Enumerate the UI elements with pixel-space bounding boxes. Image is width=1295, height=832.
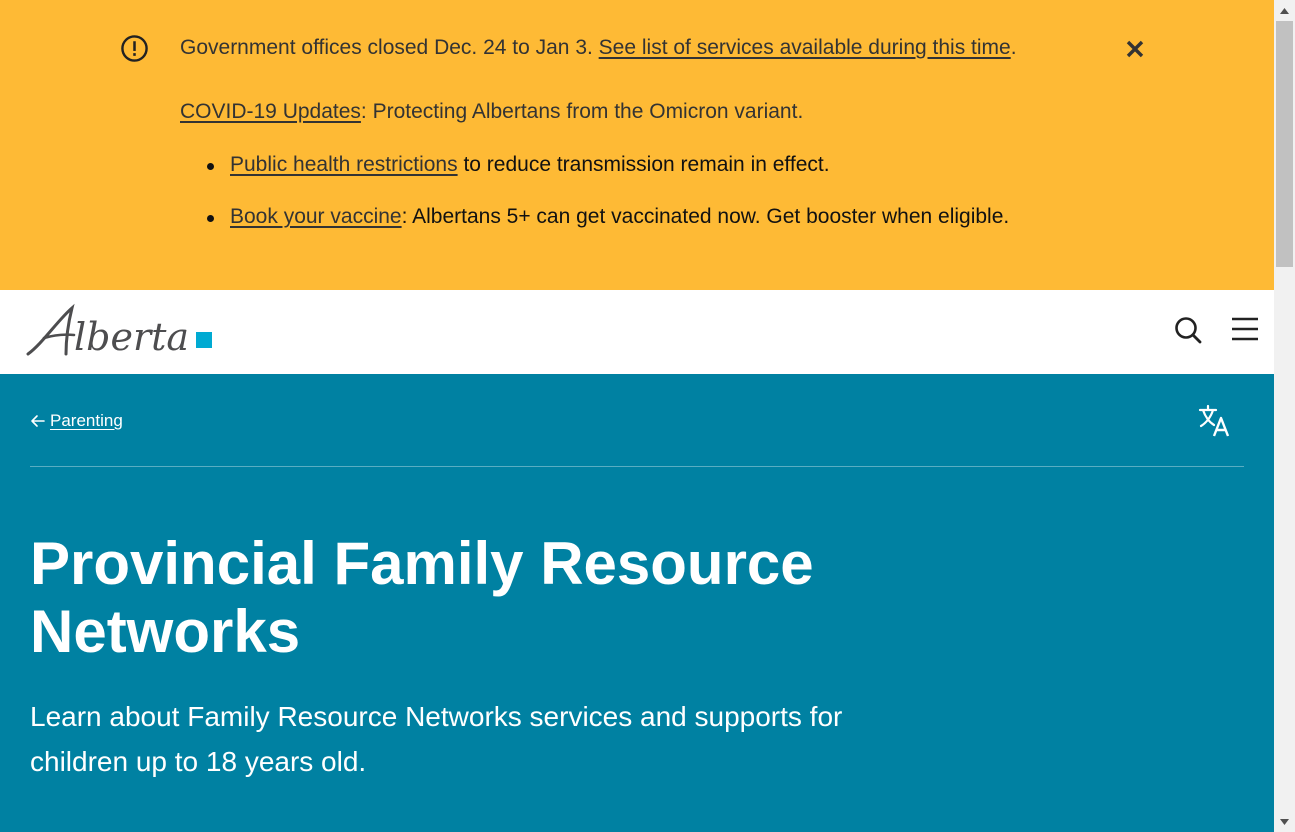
page-lead: Learn about Family Resource Networks ser… xyxy=(30,701,843,777)
close-alert-button[interactable] xyxy=(1120,34,1150,64)
scroll-down-arrow-icon xyxy=(1280,818,1289,825)
svg-text:lberta: lberta xyxy=(74,315,189,359)
breadcrumb-parenting-link[interactable]: Parenting xyxy=(50,409,123,433)
public-health-restrictions-link[interactable]: Public health restrictions xyxy=(230,153,458,176)
office-closure-text: Government offices closed Dec. 24 to Jan… xyxy=(180,36,599,59)
scroll-down-button[interactable] xyxy=(1274,811,1295,832)
scrollbar-thumb[interactable] xyxy=(1276,21,1293,267)
bullet-icon xyxy=(207,163,214,170)
alberta-logo[interactable]: lberta xyxy=(24,302,216,360)
office-closure-end: . xyxy=(1010,36,1017,59)
bullet-icon xyxy=(207,215,214,222)
search-icon[interactable] xyxy=(1172,314,1204,346)
covid-update-text: : Protecting Albertans from the Omicron … xyxy=(360,100,804,123)
list-item-text: : Albertans 5+ can get vaccinated now. G… xyxy=(401,205,1010,228)
arrow-left-icon xyxy=(31,415,45,427)
office-closure-notice: Government offices closed Dec. 24 to Jan… xyxy=(180,33,1017,63)
services-list-link[interactable]: See list of services available during th… xyxy=(599,36,1011,59)
hero-section: Parenting Provincial Family Resource Net… xyxy=(0,374,1274,832)
site-header: lberta xyxy=(0,290,1274,374)
list-item: Book your vaccine: Albertans 5+ can get … xyxy=(180,202,1009,232)
scroll-up-button[interactable] xyxy=(1274,0,1295,21)
covid-update-notice: COVID-19 Updates: Protecting Albertans f… xyxy=(180,97,803,127)
translate-icon[interactable] xyxy=(1198,404,1232,438)
close-icon xyxy=(1126,40,1144,58)
book-vaccine-link[interactable]: Book your vaccine xyxy=(230,205,402,228)
list-item-text: to reduce transmission remain in effect. xyxy=(457,153,830,176)
covid-updates-link[interactable]: COVID-19 Updates xyxy=(180,100,361,123)
divider xyxy=(30,466,1244,467)
alert-banner: Government offices closed Dec. 24 to Jan… xyxy=(0,0,1274,290)
menu-icon[interactable] xyxy=(1229,314,1261,346)
scroll-up-arrow-icon xyxy=(1280,7,1289,14)
page-title: Provincial Family Resource Networks xyxy=(30,530,814,665)
scrollbar[interactable] xyxy=(1274,0,1295,832)
list-item: Public health restrictions to reduce tra… xyxy=(180,150,1009,180)
alert-list: Public health restrictions to reduce tra… xyxy=(180,150,1009,254)
alert-icon xyxy=(121,35,148,62)
breadcrumb: Parenting xyxy=(30,409,123,433)
page: Government offices closed Dec. 24 to Jan… xyxy=(0,0,1274,832)
